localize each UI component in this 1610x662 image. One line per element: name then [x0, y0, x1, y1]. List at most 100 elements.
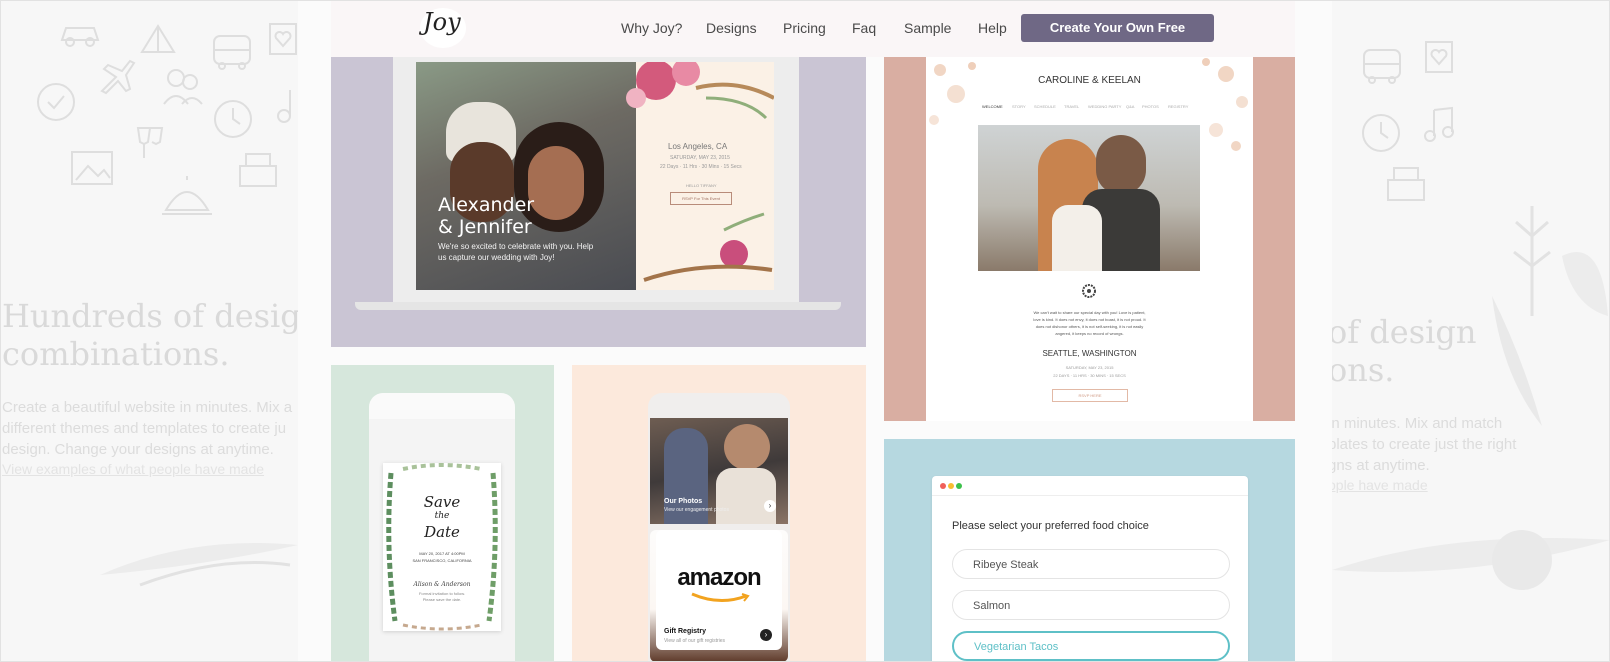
- intro-line1: We're so excited to celebrate with you. …: [438, 242, 594, 251]
- save-the-date-card[interactable]: Save the Date MAY 20, 2017 AT 4:00PM SAN…: [331, 365, 554, 662]
- flower-bottom-decoration: [643, 212, 773, 282]
- location-text: Los Angeles, CA: [668, 142, 728, 151]
- music-note-icon: [277, 90, 291, 123]
- site-paragraph-line4: angered, it keeps no record of wrongs.: [1055, 331, 1124, 336]
- couple-name-line2: & Jennifer: [438, 216, 532, 238]
- laptop-screen: Alexander & Jennifer We're so excited to…: [416, 62, 774, 290]
- site-menu-welcome[interactable]: WELCOME: [982, 104, 1003, 109]
- save-date-line: MAY 20, 2017 AT 4:00PM: [419, 551, 465, 556]
- our-photos-tile[interactable]: Our Photos View our engagement photos ›: [650, 418, 788, 524]
- registry-phone-card[interactable]: Our Photos View our engagement photos › …: [572, 365, 866, 662]
- site-menu-travel[interactable]: TRAVEL: [1064, 104, 1079, 109]
- right-side-panel: of design ons. in minutes. Mix and match…: [1332, 0, 1610, 662]
- cake-icon: [239, 153, 277, 187]
- date-text: SATURDAY, MAY 23, 2015: [670, 155, 730, 161]
- couple-name-line1: Alexander: [438, 194, 535, 216]
- chevron-right-icon[interactable]: ›: [764, 500, 776, 512]
- nav-link-pricing[interactable]: Pricing: [783, 20, 826, 36]
- site-location: SEATTLE, WASHINGTON: [1042, 349, 1137, 358]
- right-hero-title-line1: of design: [1332, 313, 1477, 351]
- site-rsvp-button[interactable]: RSVP HERE: [1052, 389, 1128, 402]
- woman-head-shape: [724, 424, 770, 470]
- maximize-dot-icon[interactable]: [956, 483, 962, 489]
- heart-frame-icon: [269, 23, 297, 55]
- bus-icon: [213, 35, 251, 70]
- cake-icon: [1387, 167, 1425, 201]
- site-menu-story[interactable]: STORY: [1012, 104, 1026, 109]
- nav-link-designs[interactable]: Designs: [706, 20, 757, 36]
- flower-top-decoration: [626, 62, 774, 120]
- clock-icon: [214, 100, 252, 138]
- check-circle-icon: [37, 83, 75, 121]
- nav-link-help[interactable]: Help: [978, 20, 1007, 36]
- car-icon: [60, 27, 100, 47]
- right-hero-text-line2: plates to create just the right: [1332, 436, 1517, 453]
- right-hero-text-line3: gns at anytime.: [1332, 457, 1430, 474]
- food-option-salmon[interactable]: Salmon: [952, 590, 1230, 620]
- close-dot-icon[interactable]: [940, 483, 946, 489]
- site-menu-photos[interactable]: PHOTOS: [1142, 104, 1159, 109]
- nav-link-faq[interactable]: Faq: [852, 20, 876, 36]
- intro-line2: us capture our wedding with Joy!: [438, 253, 555, 262]
- save-note-line1: Formal invitation to follow.: [418, 591, 466, 596]
- photo-icon: [71, 151, 113, 185]
- clock-icon: [1362, 114, 1400, 152]
- website-design-card[interactable]: CAROLINE & KEELAN WELCOME STORY SCHEDULE…: [884, 0, 1295, 421]
- flower-branch-decoration: [1492, 206, 1608, 426]
- save-note-line2: Please save the date.: [422, 597, 462, 602]
- save-title-line3: Date: [424, 523, 460, 541]
- nav-link-why-joy[interactable]: Why Joy?: [621, 20, 682, 36]
- save-place-line: SAN FRANCISCO, CALIFORNIA: [412, 558, 472, 563]
- rsvp-button[interactable]: RSVP For This Event: [670, 192, 732, 205]
- site-countdown: 22 DAYS · 11 HRS · 30 MINS · 15 SECS: [1053, 373, 1126, 378]
- woman-face-shape: [528, 146, 584, 220]
- hero-title-line1: Hundreds of design: [2, 297, 298, 335]
- site-paragraph-line1: We can't wait to share our special day w…: [1033, 310, 1146, 315]
- website-preview: CAROLINE & KEELAN WELCOME STORY SCHEDULE…: [926, 50, 1253, 421]
- site-menu-wedding-party[interactable]: WEDDING PARTY: [1088, 104, 1121, 109]
- right-hero-examples-link[interactable]: ople have made: [1332, 477, 1428, 493]
- site-paragraph-line3: does not dishonor others, it is not self…: [1035, 324, 1144, 329]
- laptop-base: [355, 302, 841, 310]
- site-menu-schedule[interactable]: SCHEDULE: [1034, 104, 1056, 109]
- right-hero-title-line2: ons.: [1332, 351, 1395, 389]
- hero-examples-link[interactable]: View examples of what people have made: [2, 461, 264, 477]
- countdown-text: 22 Days · 11 Hrs · 30 Mins · 15 Secs: [660, 164, 742, 170]
- airplane-icon: [100, 59, 136, 95]
- food-option-ribeye[interactable]: Ribeye Steak: [952, 549, 1230, 579]
- site-menu-registry[interactable]: REGISTRY: [1168, 104, 1188, 109]
- tent-icon: [140, 24, 176, 53]
- joy-logo[interactable]: Joy: [423, 8, 461, 36]
- our-photos-subtitle: View our engagement photos: [664, 507, 729, 513]
- save-names: Alison & Anderson: [413, 581, 471, 588]
- site-date: SATURDAY, MAY 23, 2015: [1065, 365, 1114, 370]
- site-menu-qa[interactable]: Q&A: [1126, 104, 1134, 109]
- save-title-line2: the: [434, 511, 450, 521]
- nav-link-sample[interactable]: Sample: [904, 20, 951, 36]
- gift-registry-tile[interactable]: amazon Gift Registry View all of our gif…: [650, 530, 788, 662]
- site-couple-title: CAROLINE & KEELAN: [1038, 75, 1141, 86]
- heart-frame-icon: [1425, 41, 1453, 73]
- gift-registry-title: Gift Registry: [664, 628, 707, 635]
- hero-text-line2: different themes and templates to create…: [2, 420, 287, 437]
- minimize-dot-icon[interactable]: [948, 483, 954, 489]
- bus-icon: [1363, 49, 1401, 84]
- chevron-right-icon[interactable]: ›: [760, 629, 772, 641]
- food-question: Please select your preferred food choice: [952, 520, 1149, 532]
- amazon-smile-icon: [691, 592, 750, 602]
- site-menu: WELCOME STORY SCHEDULE TRAVEL WEDDING PA…: [982, 104, 1202, 112]
- leaf-sketch-decoration-right: [1332, 530, 1610, 590]
- leaf-sketch-decoration: [100, 543, 298, 587]
- woman-dress-shape: [1052, 205, 1102, 271]
- browser-divider: [932, 495, 1248, 496]
- right-hero-text-line1: in minutes. Mix and match: [1332, 415, 1503, 432]
- people-icon: [163, 69, 203, 105]
- hero-title-line2: combinations.: [2, 335, 230, 373]
- music-note-icon: [1424, 106, 1454, 142]
- hero-text-line3: design. Change your designs at anytime.: [2, 441, 274, 458]
- food-option-vegetarian-tacos[interactable]: Vegetarian Tacos: [952, 631, 1230, 661]
- emblem-icon: [1082, 284, 1096, 298]
- left-side-panel: Hundreds of design combinations. Create …: [0, 0, 298, 662]
- create-your-own-free-button[interactable]: Create Your Own Free: [1021, 14, 1214, 42]
- gift-registry-subtitle: View all of our gift registries: [664, 638, 726, 644]
